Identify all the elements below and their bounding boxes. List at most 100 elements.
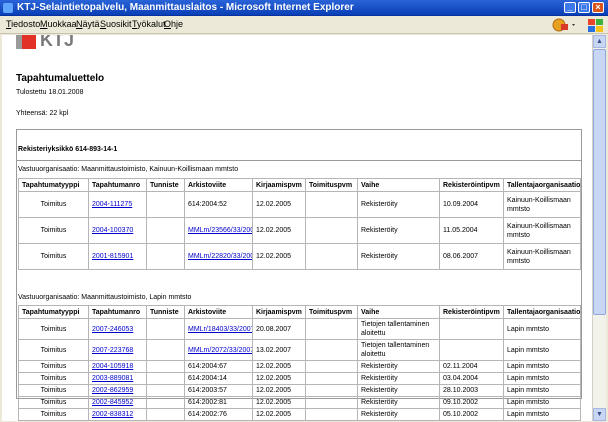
event-number-link[interactable]: 2002-845952 [92,399,133,406]
table-cell: Toimitus [18,243,89,270]
table-cell: 614:2002:76 [184,408,253,421]
column-header: Tapahtumanro [88,178,147,192]
vertical-scrollbar[interactable]: ▲ ▼ [592,35,606,421]
table-cell: Lapin mmtsto [503,408,581,421]
title-bar: KTJ-Selaintietopalvelu, Maanmittauslaito… [0,0,608,16]
maximize-button[interactable]: □ [578,2,590,13]
responsible-org-2: Vastuuorganisaatio: Maanmittaustoimisto,… [18,294,192,301]
table-row: Toimitus 2003-889081 614:2004:14 12.02.2005… [18,372,581,385]
table-cell [146,396,185,409]
column-header: Tallentajaorganisaatio [503,178,581,192]
menu-view[interactable]: Näytä [76,19,100,29]
column-header: Tapahtumanro [88,305,147,319]
table-cell: Toimitus [18,339,89,361]
table-cell: 614:2004:52 [184,191,253,218]
table-cell: Lapin mmtsto [503,384,581,397]
table-cell [146,243,185,270]
table-cell: Rekisteröity [357,243,440,270]
event-number-link[interactable]: 2004-100370 [92,227,133,234]
toolbar-globe-icon[interactable] [552,18,578,32]
menu-file[interactable]: Tiedosto [6,19,40,29]
table-cell: Toimitus [18,396,89,409]
page-title: Tapahtumaluettelo [16,73,105,84]
table-cell [305,243,358,270]
scroll-down-arrow-icon[interactable]: ▼ [593,408,606,421]
event-number-link[interactable]: 2004-105918 [92,363,133,370]
responsible-org-1: Vastuuorganisaatio: Maanmittaustoimisto,… [18,166,239,173]
event-number-link[interactable]: 2004-111275 [92,201,132,208]
windows-logo-icon [588,19,603,32]
table-cell: 12.02.2005 [252,372,306,385]
event-number-link[interactable]: 2003-889081 [92,375,133,382]
ie-icon [3,3,13,13]
divider [16,160,582,161]
table-cell: 12.02.2005 [252,191,306,218]
column-header: Toimituspvm [305,178,358,192]
table-cell: Rekisteröity [357,384,440,397]
archive-link[interactable]: MMLm/2072/33/2007 [188,347,252,354]
table-cell [305,318,358,340]
table-row: Toimitus 2001-815901 MMLm/22820/33/2005 12.… [18,243,581,270]
table-cell: 2007-246053 [88,318,147,340]
table-cell: Kainuun-Koillismaan mmtsto [503,217,581,244]
table-cell: Toimitus [18,318,89,340]
table-cell [305,372,358,385]
archive-link[interactable]: MMLm/23566/33/2005 [188,227,252,234]
column-header: Tallentajaorganisaatio [503,305,581,319]
table-row: Toimitus 2004-111275 614:2004:52 12.02.2005… [18,191,581,218]
table-cell [146,217,185,244]
column-header: Tunniste [146,178,185,192]
logo-text: KTJ [40,35,75,50]
table-row: Toimitus 2007-223768 MMLm/2072/33/2007 13.0… [18,339,581,361]
event-number-link[interactable]: 2007-223768 [92,347,133,354]
column-header: Toimituspvm [305,305,358,319]
event-number-link[interactable]: 2002-838312 [92,411,133,418]
event-number-link[interactable]: 2007-246053 [92,326,133,333]
column-header: Vaihe [357,178,440,192]
table-cell: Lapin mmtsto [503,372,581,385]
table-cell: MMLm/22820/33/2005 [184,243,253,270]
table-cell: Rekisteröity [357,217,440,244]
table-cell [146,360,185,373]
scroll-thumb[interactable] [593,49,606,315]
table-cell: 11.05.2004 [439,217,504,244]
table-row: Toimitus 2004-105918 614:2004:67 12.02.2005… [18,360,581,373]
table-cell: MMLm/23566/33/2005 [184,217,253,244]
table-cell [305,396,358,409]
column-header: Arkistoviite [184,305,253,319]
column-header: Kirjaamispvm [252,178,306,192]
table-cell: Kainuun-Koillismaan mmtsto [503,191,581,218]
scroll-up-arrow-icon[interactable]: ▲ [593,35,606,48]
column-header: Tunniste [146,305,185,319]
archive-link[interactable]: MMLr/18403/33/2007 [188,326,252,333]
table-cell: 08.06.2007 [439,243,504,270]
table-cell: Toimitus [18,217,89,244]
archive-link[interactable]: MMLm/22820/33/2005 [188,253,252,260]
table-cell: Lapin mmtsto [503,396,581,409]
column-header: Tapahtumatyyppi [18,178,89,192]
table-cell: Tietojen tallentaminen aloitettu [357,318,440,340]
table-cell: 2001-815901 [88,243,147,270]
events-table-1: Tapahtumatyyppi Tapahtumanro Tunniste Arkis… [18,178,581,270]
column-header: Rekisteröintipvm [439,305,504,319]
table-cell: MMLm/2072/33/2007 [184,339,253,361]
table-cell: 28.10.2003 [439,384,504,397]
column-header: Rekisteröintipvm [439,178,504,192]
event-number-link[interactable]: 2001-815901 [92,253,133,260]
menu-favorites[interactable]: Suosikit [100,19,132,29]
table-cell [146,339,185,361]
event-number-link[interactable]: 2002-862959 [92,387,133,394]
minimize-button[interactable]: _ [564,2,576,13]
ktj-logo: KTJ [16,35,96,54]
menu-help[interactable]: Ohje [164,19,183,29]
table-cell: 12.02.2005 [252,408,306,421]
table-cell [146,191,185,218]
table-cell: 614:2003:57 [184,384,253,397]
close-button[interactable]: × [592,2,604,13]
table-cell: 09.10.2002 [439,396,504,409]
table-cell: Lapin mmtsto [503,360,581,373]
menu-edit[interactable]: Muokkaa [40,19,77,29]
column-header: Kirjaamispvm [252,305,306,319]
table-cell: Rekisteröity [357,191,440,218]
menu-tools[interactable]: Työkalut [132,19,166,29]
